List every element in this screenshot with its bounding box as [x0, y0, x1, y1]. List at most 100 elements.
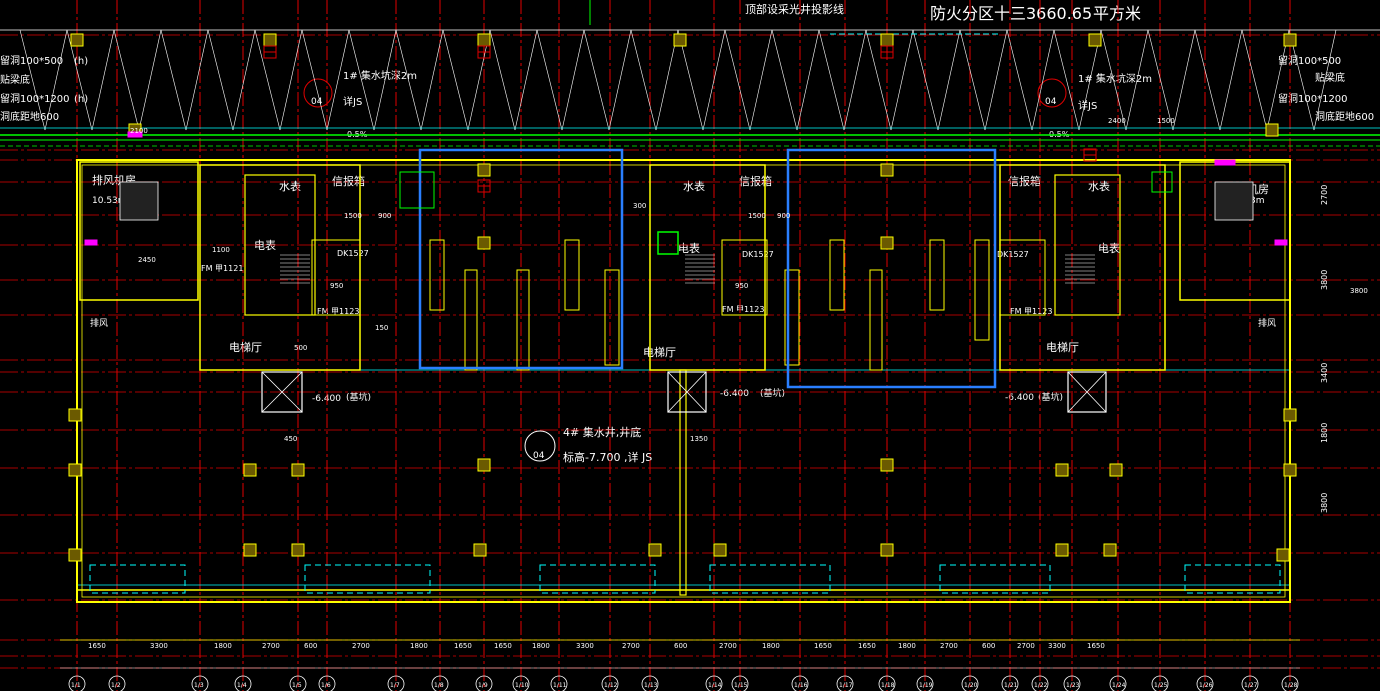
axis-label-3: 1/3	[194, 682, 204, 689]
hatch-line	[890, 29, 914, 131]
right-dim-5: 3800	[1320, 493, 1329, 513]
left-note-4: 洞底距地600	[0, 110, 59, 123]
bottom-dim-16: 1650	[814, 642, 832, 650]
hatch-line	[959, 29, 986, 131]
column-7	[1283, 33, 1297, 47]
inner-dim-10: 500	[294, 344, 307, 352]
left-note-3: 留洞100*1200	[0, 92, 70, 105]
dimension-texts: 1650 3300 1800 2700 600 2700 1800 1650 1650 1800 3…	[68, 117, 1368, 691]
column-8	[477, 163, 491, 177]
right-note-3: 留洞100*1200	[1278, 92, 1348, 105]
axis-label-17: 1/17	[839, 682, 853, 689]
title-unit: 平方米	[1093, 4, 1141, 23]
trench-1	[89, 564, 186, 594]
right-dim-4: 1800	[1320, 423, 1329, 443]
electric-meter-mid: 电表	[678, 241, 700, 255]
hatch-line	[442, 29, 469, 131]
bottom-dim-22: 3300	[1048, 642, 1066, 650]
inner-dim-15: 1500	[1157, 117, 1175, 125]
right-note-1: 留洞100*500	[1278, 54, 1341, 67]
hatch-line	[1172, 29, 1196, 131]
signal-box-right: 信报箱	[1008, 174, 1041, 188]
bottom-dim-10: 1800	[532, 642, 550, 650]
inner-dim-6: 1500	[748, 212, 766, 220]
pit-level-mid: -6.400	[720, 389, 749, 399]
axis-label-21: 1/21	[1004, 682, 1018, 689]
inner-dim-13: 2100	[130, 127, 148, 135]
pit4-label: 4# 集水井,井底	[563, 425, 641, 439]
inner-dim-9: 150	[375, 324, 388, 332]
elevator-hall-right: 电梯厅	[1046, 341, 1079, 354]
wall-stub-1	[429, 239, 445, 311]
pit4-level: 标高-7.700	[563, 450, 620, 464]
pit4-callout: 04 4# 集水井,井底 标高-7.700 ,详 JS	[524, 425, 652, 464]
column-13	[1265, 123, 1279, 137]
column-4	[673, 33, 687, 47]
elevator-hall-left: 电梯厅	[229, 341, 262, 354]
water-meter-mid: 水表	[683, 179, 705, 193]
hatch-line	[514, 29, 538, 131]
right-dim-3: 3400	[1320, 363, 1329, 383]
axis-label-19: 1/19	[919, 682, 933, 689]
column-32	[68, 548, 82, 562]
fm1-mid: FM 甲1123	[722, 305, 764, 314]
hatch-line	[489, 29, 516, 131]
fm2-left: FM 甲1121	[201, 264, 243, 273]
bottom-dim-4: 2700	[262, 642, 280, 650]
wall-stub-4	[464, 269, 478, 371]
axis-label-14: 1/14	[708, 682, 722, 689]
column-9	[477, 236, 491, 250]
bottom-dim-6: 2700	[352, 642, 370, 650]
axis-label-24: 1/24	[1112, 682, 1126, 689]
hatch-line	[749, 29, 773, 131]
column-10	[880, 163, 894, 177]
room-labels: 排风机房 10.53m 水表 信报箱 电表 DK1527 电梯厅 排风 水表 信…	[90, 130, 1276, 404]
right-notes: 留洞100*500 贴梁底 留洞100*1200 洞底距地600	[1278, 54, 1374, 123]
left-notes: 留洞100*500 (h) 贴梁底 留洞100*1200 (h) 洞底距地600	[0, 54, 88, 123]
bottom-dim-5: 600	[304, 642, 317, 650]
column-20	[243, 543, 257, 557]
hatch-line	[1006, 29, 1033, 131]
pit-note-right: (基坑)	[1038, 391, 1063, 403]
mid-partition	[679, 369, 687, 596]
hatch-line	[984, 29, 1008, 131]
hatch-line	[583, 29, 610, 131]
inner-dim-7: 900	[777, 212, 790, 220]
core-right-wall	[999, 164, 1166, 371]
column-2	[263, 33, 277, 47]
wall-stub-9	[604, 269, 620, 366]
top-note: 顶部设采光井投影线	[745, 2, 844, 16]
axis-label-22: 1/22	[1034, 682, 1048, 689]
column-16	[477, 458, 491, 472]
pit-ref-left: 详JS	[343, 95, 362, 108]
dk-mid: DK1527	[742, 250, 774, 259]
inner-dim-17: 3800	[1350, 287, 1368, 295]
exhaust-right: 排风	[1258, 317, 1276, 329]
bottom-dim-12: 2700	[622, 642, 640, 650]
wall-stub-2	[564, 239, 580, 311]
axis-label-8: 1/8	[434, 682, 444, 689]
bottom-dim-20: 600	[982, 642, 995, 650]
electric-meter-right: 电表	[1098, 241, 1120, 255]
column-31	[1283, 463, 1297, 477]
inner-dim-3: 950	[330, 282, 343, 290]
hatch-line	[536, 29, 563, 131]
axis-label-23: 1/23	[1066, 682, 1080, 689]
column-28	[68, 408, 82, 422]
hatch-line	[1031, 29, 1055, 131]
column-25	[880, 543, 894, 557]
trench-6	[1184, 564, 1281, 594]
wall-stub-6	[929, 239, 945, 311]
magenta-mark	[1274, 239, 1288, 246]
bottom-dim-23: 1650	[1087, 642, 1105, 650]
inner-dim-12: 450	[284, 435, 297, 443]
inner-dim-4: 1100	[212, 246, 230, 254]
column-22	[473, 543, 487, 557]
inner-dim-16: 300	[633, 202, 646, 210]
axis-label-26: 1/26	[1199, 682, 1213, 689]
wall-stub-3	[516, 269, 530, 371]
trench-3	[539, 564, 656, 594]
signal-box-mid: 信报箱	[739, 174, 772, 188]
exhaust-box-left	[119, 181, 159, 221]
axis-label-6: 1/6	[321, 682, 331, 689]
